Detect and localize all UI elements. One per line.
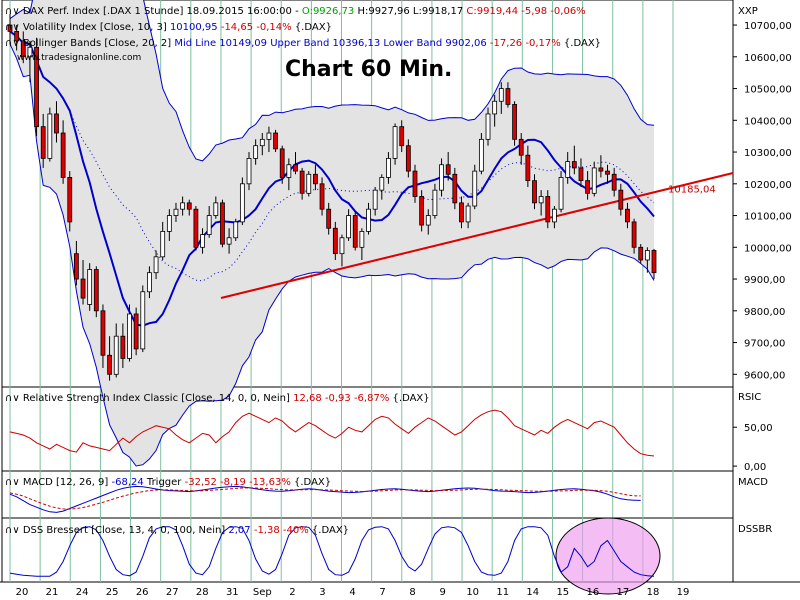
watermark: www.tradesignalonline.com (17, 53, 141, 63)
x-tick-label: 9 (439, 587, 445, 598)
rsi-axis-label: RSIC (738, 392, 761, 403)
header-segment: O:9926,73 (302, 6, 354, 17)
candle (559, 171, 563, 212)
candle (274, 130, 278, 152)
x-tick-label: 25 (106, 587, 119, 598)
candle (479, 133, 483, 174)
candle (134, 308, 138, 356)
candle (240, 177, 244, 225)
x-tick-label: 3 (319, 587, 325, 598)
candle (353, 212, 357, 250)
x-tick-label: 2 (289, 587, 295, 598)
header-segment: 12,68 -0,93 -6,87% (293, 393, 389, 404)
x-tick-label: Sep (253, 587, 272, 598)
candle (48, 108, 52, 162)
x-tick-label: 26 (136, 587, 149, 598)
candle (234, 219, 238, 241)
candle (88, 263, 92, 311)
y-tick-label: 9700,00 (744, 339, 785, 350)
macd-axis-label: MACD (738, 477, 768, 488)
header-segment: DAX Perf. Index [.DAX 1 Stunde] 18.09.20… (23, 6, 302, 17)
header-segment: Bollinger Bands [Close, 20, 2] (23, 38, 175, 49)
panel-header: ∩∨ DSS Bressert [Close, 13, 4, 0, 100, N… (5, 525, 349, 536)
header-segment: DSS Bressert [Close, 13, 4, 0, 100, Nein… (23, 525, 229, 536)
header-segment: -32,52 -8,19 -13,63% (185, 477, 291, 488)
y-tick-label: 10400,00 (744, 116, 792, 127)
panel-header: ∩∨ DAX Perf. Index [.DAX 1 Stunde] 18.09… (5, 6, 586, 17)
x-tick-label: 8 (409, 587, 415, 598)
candle (141, 285, 145, 352)
x-tick-label: 11 (496, 587, 509, 598)
header-segment: {.DAX} (309, 525, 349, 536)
panel-header: ∩∨ Relative Strength Index Classic [Clos… (5, 393, 430, 404)
x-tick-label: 4 (349, 587, 355, 598)
header-segment: C:9919,44 -5,98 -0,06% (466, 6, 585, 17)
x-tick-label: 18 (647, 587, 660, 598)
x-tick-label: 14 (526, 587, 539, 598)
candle (307, 171, 311, 196)
x-tick-label: 15 (556, 587, 569, 598)
candle (639, 244, 643, 263)
header-segment: -1,38 -40% (251, 525, 309, 536)
header-segment: Volatility Index [Close, 10, 3] (23, 22, 170, 33)
header-segment: Mid Line 10149,09 Upper Band 10396,13 Lo… (174, 38, 486, 49)
header-segment: -17,26 -0,17% (487, 38, 561, 49)
y-tick-label: 50,00 (744, 423, 773, 434)
header-segment: -68,24 (112, 477, 144, 488)
header-segment: 2,07 (228, 525, 250, 536)
x-tick-label: 7 (379, 587, 385, 598)
candle (220, 200, 224, 248)
candle (94, 266, 98, 317)
x-tick-label: 10 (466, 587, 479, 598)
chart-title: Chart 60 Min. (285, 57, 452, 82)
header-segment: {.DAX} (292, 22, 332, 33)
candle (393, 123, 397, 164)
last-value-label: 10185,04 (668, 185, 716, 196)
y-tick-label: 10500,00 (744, 85, 792, 96)
candle (453, 168, 457, 209)
header-segment: -14,65 -0,14% (218, 22, 292, 33)
x-tick-label: 17 (617, 587, 630, 598)
y-tick-label: 9600,00 (744, 370, 785, 381)
x-tick-label: 28 (196, 587, 209, 598)
y-tick-label: 10100,00 (744, 212, 792, 223)
panel-header: ∩∨ MACD [12, 26, 9] -68,24 Trigger -32,5… (5, 477, 331, 488)
y-tick-label: 10000,00 (744, 243, 792, 254)
dss-axis-label: DSSBR (738, 524, 772, 535)
x-tick-label: 16 (586, 587, 599, 598)
y-tick-label: 9800,00 (744, 307, 785, 318)
header-segment: {.DAX} (561, 38, 601, 49)
x-tick-label: 20 (16, 587, 29, 598)
panel-header: ∩∨ Bollinger Bands [Close, 20, 2] Mid Li… (5, 38, 601, 49)
y-tick-label: 0,00 (744, 462, 766, 473)
y-tick-label: 9900,00 (744, 275, 785, 286)
x-tick-label: 24 (76, 587, 89, 598)
header-segment: 10100,95 (170, 22, 218, 33)
panel-header: ∩∨ Volatility Index [Close, 10, 3] 10100… (5, 22, 332, 33)
header-segment: Trigger (144, 477, 185, 488)
dax-hourly-chart: 10700,00 10600,00 10500,00 10400,00 10300,00… (0, 0, 800, 600)
candle (420, 190, 424, 231)
x-axis: 20 21 24 25 26 27 28 31 Sep 2 3 4 7 8 9 10 11 14 15 16 17 18 1… (16, 587, 690, 598)
header-segment: Relative Strength Index Classic [Close, … (23, 393, 293, 404)
header-segment: MACD [12, 26, 9] (23, 477, 112, 488)
candle (473, 165, 477, 209)
price-axis-label: XXP (738, 6, 758, 17)
y-tick-label: 10200,00 (744, 180, 792, 191)
x-tick-label: 19 (677, 587, 690, 598)
candle (513, 101, 517, 145)
y-tick-label: 10300,00 (744, 148, 792, 159)
x-tick-label: 21 (46, 587, 59, 598)
header-segment: {.DAX} (389, 393, 429, 404)
header-segment: {.DAX} (291, 477, 331, 488)
x-tick-label: 31 (226, 587, 239, 598)
y-tick-label: 10600,00 (744, 53, 792, 64)
header-segment: H:9927,96 L:9918,17 (354, 6, 466, 17)
x-tick-label: 27 (166, 587, 179, 598)
candle (194, 206, 198, 250)
y-tick-label: 10700,00 (744, 21, 792, 32)
